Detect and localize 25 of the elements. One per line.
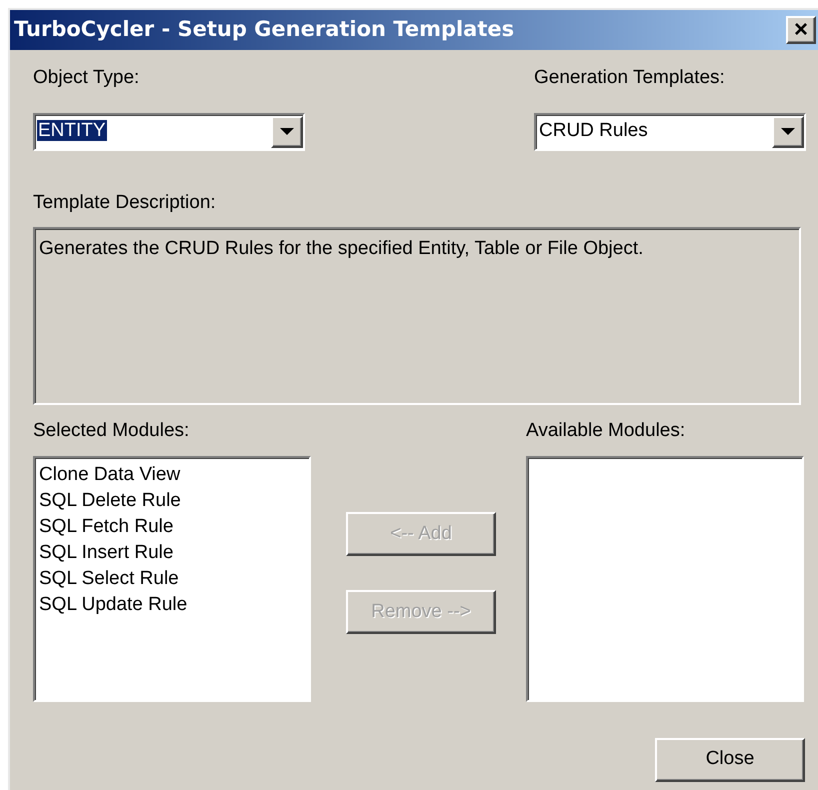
- close-button[interactable]: Close: [655, 738, 805, 782]
- templates-dropdown[interactable]: CRUD Rules: [534, 112, 806, 150]
- close-button[interactable]: ×: [786, 16, 816, 44]
- combo-value: ENTITY: [37, 120, 107, 142]
- list-item[interactable]: SQL Fetch Rule: [39, 514, 309, 540]
- field-label: Template Description:: [33, 190, 217, 214]
- field-label: Object Type:: [33, 66, 140, 90]
- dropdown-button[interactable]: [772, 116, 804, 148]
- field-label: Selected Modules:: [33, 419, 190, 443]
- list-item[interactable]: Clone Data View: [39, 462, 309, 488]
- available-modules-list[interactable]: [526, 456, 804, 702]
- list-item[interactable]: SQL Delete Rule: [39, 488, 309, 514]
- list-item[interactable]: SQL Select Rule: [39, 566, 309, 592]
- selected-modules-list[interactable]: Clone Data View SQL Delete Rule SQL Fetch Rule SQL Insert Rule SQL Select Rule SQL Update Rule: [33, 456, 311, 702]
- description-text: Generates the CRUD Rules for the specified Entity, Table or File Object.: [39, 238, 644, 259]
- field-label: Generation Templates:: [534, 66, 726, 90]
- object-type-dropdown[interactable]: ENTITY: [33, 112, 305, 150]
- combo-value: CRUD Rules: [538, 120, 649, 142]
- list-item[interactable]: SQL Update Rule: [39, 592, 309, 618]
- caret-icon: [781, 128, 795, 136]
- window-title: TurboCycler - Setup Generation Templates: [14, 16, 514, 44]
- dropdown-button[interactable]: [271, 116, 303, 148]
- field-label: Available Modules:: [526, 419, 686, 443]
- caret-icon: [280, 128, 294, 136]
- list-item[interactable]: SQL Insert Rule: [39, 540, 309, 566]
